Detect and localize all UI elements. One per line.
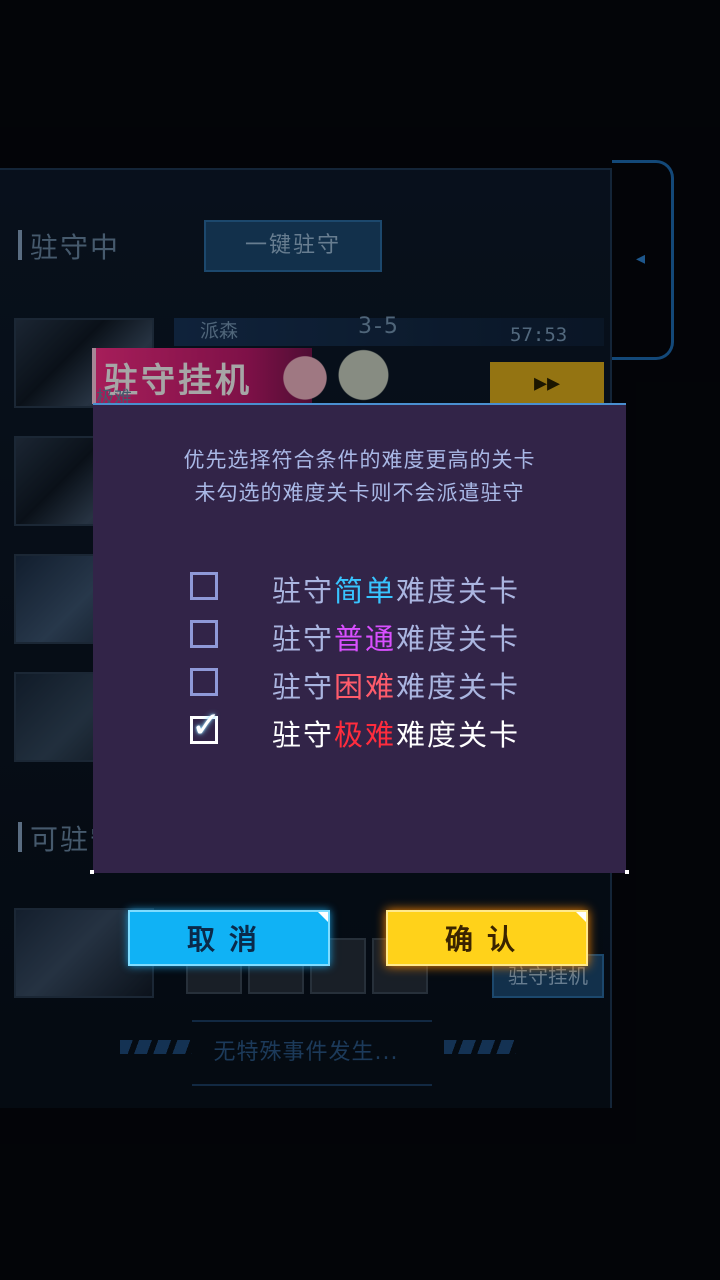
cancel-button-label: 取消 [186,923,271,956]
option-extreme[interactable]: ✓ 驻守极难难度关卡 [190,705,570,752]
checkbox[interactable] [190,572,218,600]
dialog-hint-line1: 优先选择符合条件的难度更高的关卡 [183,448,536,472]
confirm-button[interactable]: 确认 [386,910,588,966]
option-label: 驻守普通难度关卡 [272,622,521,656]
option-label: 驻守简单难度关卡 [272,574,521,608]
check-icon: ✓ [191,705,222,746]
option-label: 驻守困难难度关卡 [272,670,521,704]
confirm-button-label: 确认 [444,923,529,956]
dialog-corner [90,870,94,874]
option-hard[interactable]: 驻守困难难度关卡 [190,664,570,704]
option-easy[interactable]: 驻守简单难度关卡 [190,568,570,608]
option-label: 驻守极难难度关卡 [272,718,521,752]
button-corner [318,912,328,922]
option-normal[interactable]: 驻守普通难度关卡 [190,616,570,656]
button-corner [576,912,586,922]
checkbox[interactable]: ✓ [190,705,221,746]
dialog-hint-line2: 未勾选的难度关卡则不会派遣驻守 [194,481,525,505]
dialog-corner [625,870,629,874]
checkbox[interactable] [190,668,218,696]
cancel-button[interactable]: 取消 [128,910,330,966]
checkbox[interactable] [190,620,218,648]
